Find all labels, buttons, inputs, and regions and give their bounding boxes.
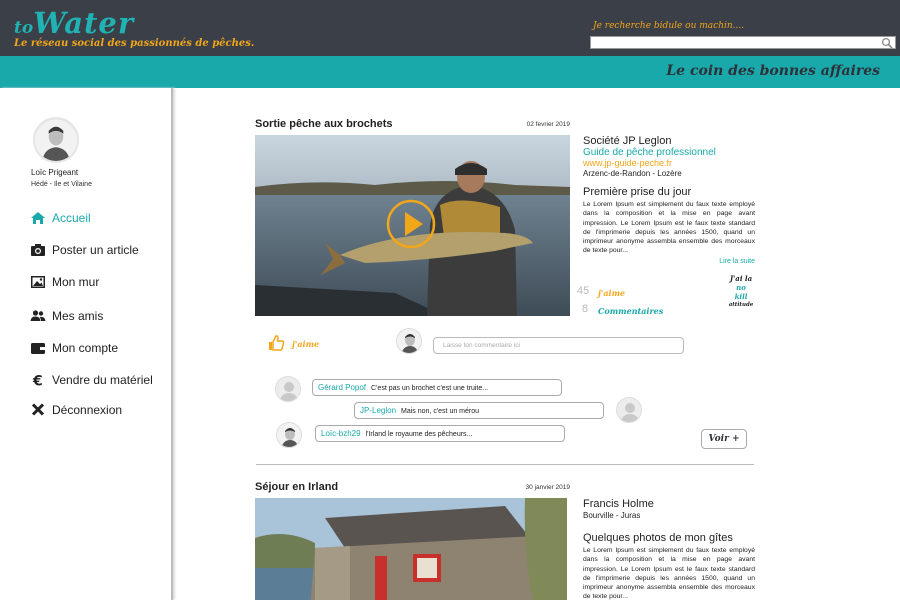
nav-mes-amis[interactable]: Mes amis xyxy=(30,306,103,326)
post-section-title: Première prise du jour xyxy=(583,186,692,198)
logo-water: Water xyxy=(33,6,135,40)
nav-label: Mon compte xyxy=(52,341,119,355)
wallet-icon xyxy=(31,343,45,354)
default-avatar-icon xyxy=(617,398,641,422)
see-more-button[interactable]: Voir + xyxy=(701,429,747,449)
post-date: 02 fevrier 2019 xyxy=(526,121,570,128)
comments-label[interactable]: Commentaires xyxy=(598,306,663,316)
user-portrait xyxy=(35,119,77,161)
tagline: Le réseau social des passionnés de pêche… xyxy=(14,38,255,49)
top-header: toWater Le réseau social des passionnés … xyxy=(0,0,900,56)
post-title[interactable]: Sortie pêche aux brochets xyxy=(255,118,393,130)
comment-text: Mais non, c'est un mérou xyxy=(401,408,480,415)
nav-label: Vendre du matériel xyxy=(52,373,153,387)
user-name: Loïc Prigeant xyxy=(31,168,79,177)
avatar[interactable] xyxy=(275,376,301,402)
nav-label: Poster un article xyxy=(52,243,139,257)
euro-icon: € xyxy=(32,374,43,388)
comment-input[interactable]: Laisse ton commentaire ici xyxy=(433,337,684,354)
sidebar: Loïc Prigeant Hédé - Ile et Vilaine Accu… xyxy=(0,88,173,600)
sub-header: Le coin des bonnes affaires xyxy=(0,56,900,88)
comment-item: JP-Leglon Mais non, c'est un mérou xyxy=(354,402,604,419)
read-more-link[interactable]: Lire la suite xyxy=(583,258,755,265)
cottage-photo xyxy=(255,498,567,600)
like-button-label[interactable]: j'aime xyxy=(292,339,319,349)
comment-author[interactable]: JP-Leglon xyxy=(360,406,396,415)
company-website[interactable]: www.jp-guide-peche.fr xyxy=(583,158,755,168)
avatar[interactable] xyxy=(276,422,302,448)
avatar[interactable] xyxy=(616,397,642,423)
company-role: Guide de pêche professionnel xyxy=(583,147,716,158)
comment-author[interactable]: Loïc-bzh29 xyxy=(321,429,361,438)
comments-count: 8 xyxy=(582,303,589,315)
nav-deconnexion[interactable]: Déconnexion xyxy=(30,400,122,420)
comment-text: l'Irland le royaume des pêcheurs... xyxy=(365,431,473,438)
nokill-text: J'ai la xyxy=(729,274,753,283)
post-photo[interactable] xyxy=(255,498,567,600)
logo-to: to xyxy=(14,18,34,38)
image-icon xyxy=(31,276,45,288)
post-divider xyxy=(256,464,754,465)
nav-mon-compte[interactable]: Mon compte xyxy=(30,338,118,358)
camera-icon xyxy=(31,244,45,256)
svg-text:€: € xyxy=(32,374,43,388)
user-location: Hédé - Ile et Vilaine xyxy=(31,181,92,188)
home-icon xyxy=(31,212,45,224)
post-info: Société JP Leglon Guide de pêche profess… xyxy=(583,135,755,265)
post-body: Le Lorem Ipsum est simplement du faux te… xyxy=(583,547,755,600)
search-label: Je recherche bidule ou machin.... xyxy=(593,21,745,31)
avatar[interactable] xyxy=(396,328,422,354)
play-icon[interactable] xyxy=(386,199,436,249)
company-name[interactable]: Société JP Leglon xyxy=(583,135,755,147)
nav-label: Accueil xyxy=(52,211,91,225)
comment-item: Loïc-bzh29 l'Irland le royaume des pêcheu… xyxy=(315,425,565,442)
user-portrait xyxy=(277,423,301,447)
nav-label: Mon mur xyxy=(52,275,100,289)
nav-label: Mes amis xyxy=(52,309,104,323)
nav-accueil[interactable]: Accueil xyxy=(30,208,91,228)
default-avatar-icon xyxy=(276,377,300,401)
post-video[interactable] xyxy=(255,135,570,316)
avatar[interactable] xyxy=(33,117,79,163)
nav-poster-article[interactable]: Poster un article xyxy=(30,240,139,260)
post-card: Sortie pêche aux brochets 02 fevrier 201… xyxy=(255,118,755,458)
nav-vendre-materiel[interactable]: € Vendre du matériel xyxy=(30,370,153,390)
nokill-text: no xyxy=(736,283,746,292)
nav-mon-mur[interactable]: Mon mur xyxy=(30,272,99,292)
thumbs-up-icon[interactable] xyxy=(267,334,285,352)
post-place: Bourville - Juras xyxy=(583,511,641,520)
likes-count: 45 xyxy=(577,285,590,297)
post-card: Séjour en Irland 30 janvier 2019 Francis… xyxy=(255,481,755,600)
comment-text: C'est pas un brochet c'est une truite... xyxy=(371,385,489,392)
post-place: Arzenc-de-Randon - Lozère xyxy=(583,169,682,178)
post-date: 30 janvier 2019 xyxy=(525,484,570,491)
search-input[interactable] xyxy=(590,36,896,49)
nokill-text: attitude xyxy=(728,302,754,308)
close-icon xyxy=(31,403,45,416)
app-logo[interactable]: toWater xyxy=(14,6,134,40)
user-portrait xyxy=(397,329,421,353)
post-section-title: Quelques photos de mon gîtes xyxy=(583,532,733,544)
likes-label[interactable]: j'aime xyxy=(598,288,625,298)
search-icon[interactable] xyxy=(881,37,893,49)
post-body: Le Lorem Ipsum est simplement du faux te… xyxy=(583,201,755,255)
comment-item: Gérard Popof C'est pas un brochet c'est u… xyxy=(312,379,562,396)
author-name[interactable]: Francis Holme xyxy=(583,498,755,510)
post-title[interactable]: Séjour en Irland xyxy=(255,481,338,493)
nokill-badge: J'ai la no kill attitude xyxy=(725,274,757,310)
nokill-text: kill xyxy=(734,292,748,301)
deals-link[interactable]: Le coin des bonnes affaires xyxy=(666,63,880,79)
users-icon xyxy=(30,310,46,321)
post-info: Francis Holme Bourville - Juras Quelques… xyxy=(583,498,755,600)
comment-author[interactable]: Gérard Popof xyxy=(318,383,366,392)
nav-label: Déconnexion xyxy=(52,403,123,417)
